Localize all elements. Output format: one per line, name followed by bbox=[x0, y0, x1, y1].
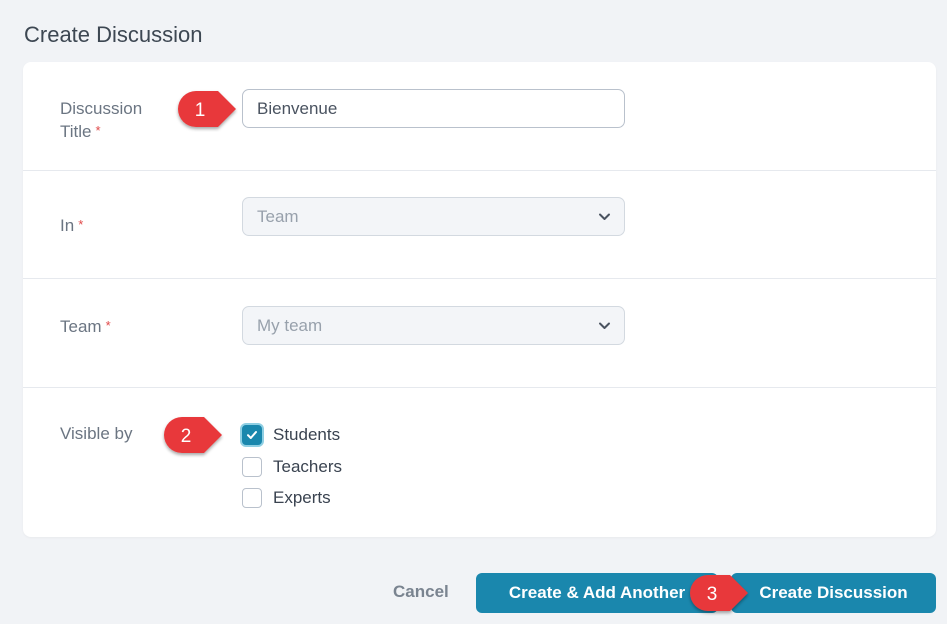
checkmark-icon bbox=[247, 431, 257, 439]
visible-option-experts[interactable]: Experts bbox=[242, 487, 331, 509]
students-label: Students bbox=[273, 425, 341, 444]
chevron-down-icon bbox=[599, 213, 610, 220]
step-marker-1: 1 bbox=[178, 91, 236, 127]
experts-checkbox[interactable] bbox=[242, 488, 262, 508]
visible-option-students[interactable]: Students bbox=[242, 424, 340, 446]
visible-option-teachers[interactable]: Teachers bbox=[242, 456, 342, 478]
create-discussion-button[interactable]: Create Discussion bbox=[731, 573, 936, 613]
discussion-form: Discussion Title * Bienvenue In * Team Tea… bbox=[23, 62, 936, 537]
visible-label: Visible by bbox=[60, 424, 133, 443]
team-label: Team * bbox=[60, 315, 111, 338]
step-marker-3: 3 bbox=[690, 575, 748, 611]
form-row-title: Discussion Title * Bienvenue bbox=[23, 62, 936, 171]
form-row-visible: Visible by Students Teachers Experts bbox=[23, 387, 936, 537]
form-row-in: In * Team bbox=[23, 170, 936, 279]
step-marker-2-number: 2 bbox=[181, 426, 192, 447]
in-label: In * bbox=[60, 214, 83, 237]
teachers-label: Teachers bbox=[273, 457, 342, 476]
required-mark: * bbox=[105, 318, 111, 333]
step-marker-2: 2 bbox=[164, 417, 222, 453]
in-select[interactable]: Team bbox=[242, 197, 625, 236]
in-label-text: In bbox=[60, 216, 75, 235]
team-select[interactable]: My team bbox=[242, 306, 625, 345]
team-label-text: Team bbox=[60, 317, 102, 336]
discussion-title-input[interactable]: Bienvenue bbox=[242, 89, 625, 128]
title-label: Discussion Title * bbox=[60, 98, 142, 143]
title-label-line1: Discussion bbox=[60, 99, 143, 118]
teachers-checkbox[interactable] bbox=[242, 457, 262, 477]
page-title: Create Discussion bbox=[24, 22, 203, 47]
experts-label: Experts bbox=[273, 488, 331, 507]
title-label-line2: Title bbox=[60, 122, 92, 141]
required-mark: * bbox=[78, 217, 84, 232]
step-marker-1-number: 1 bbox=[195, 100, 206, 121]
team-select-value: My team bbox=[257, 316, 323, 335]
in-select-value: Team bbox=[257, 207, 299, 226]
students-checkbox[interactable] bbox=[242, 425, 262, 445]
form-row-team: Team * My team bbox=[23, 278, 936, 388]
cancel-button[interactable]: Cancel bbox=[393, 582, 449, 602]
chevron-down-icon bbox=[599, 322, 610, 329]
create-add-another-button[interactable]: Create & Add Another bbox=[476, 573, 718, 613]
step-marker-3-number: 3 bbox=[707, 584, 718, 605]
required-mark: * bbox=[95, 123, 101, 138]
